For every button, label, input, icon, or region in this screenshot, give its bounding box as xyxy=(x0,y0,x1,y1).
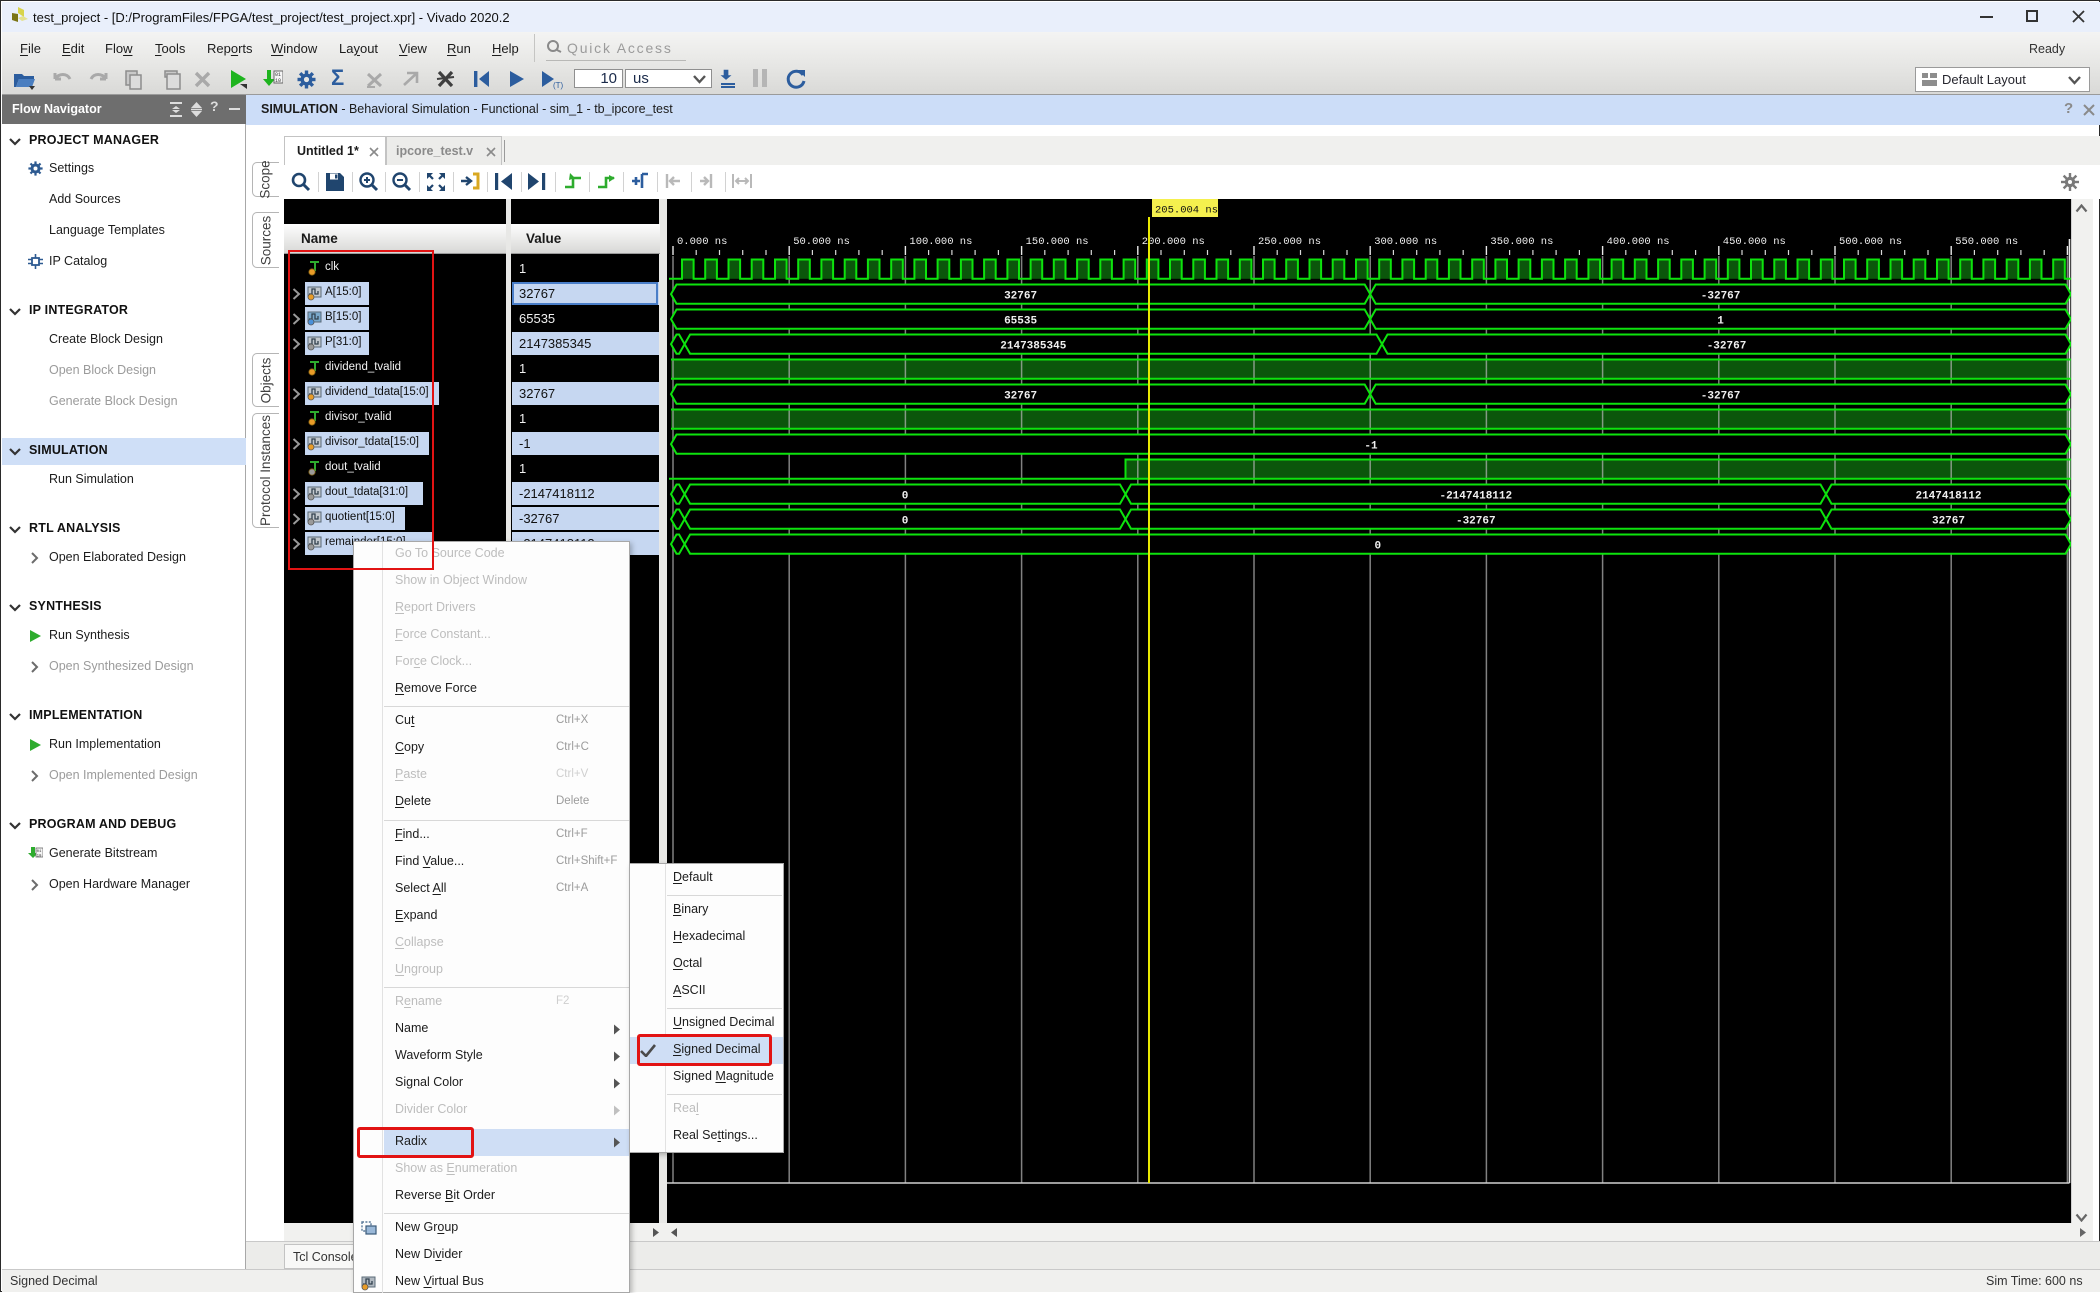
svg-text:350.000 ns: 350.000 ns xyxy=(1490,236,1553,248)
svg-text:1: 1 xyxy=(1717,316,1724,328)
svg-text:205.004 ns: 205.004 ns xyxy=(1155,205,1218,217)
svg-text:65535: 65535 xyxy=(1004,316,1037,328)
svg-text:-32767: -32767 xyxy=(1701,291,1741,303)
svg-text:0.000 ns: 0.000 ns xyxy=(677,236,727,248)
svg-text:0: 0 xyxy=(902,516,909,528)
svg-text:400.000 ns: 400.000 ns xyxy=(1607,236,1670,248)
svg-text:50.000 ns: 50.000 ns xyxy=(793,236,850,248)
svg-text:32767: 32767 xyxy=(1932,516,1965,528)
svg-text:500.000 ns: 500.000 ns xyxy=(1839,236,1902,248)
svg-text:450.000 ns: 450.000 ns xyxy=(1723,236,1786,248)
svg-text:-2147418112: -2147418112 xyxy=(1439,491,1512,503)
svg-text:(T): (T) xyxy=(553,81,564,90)
svg-text:0: 0 xyxy=(902,491,909,503)
svg-text:2147385345: 2147385345 xyxy=(1000,341,1066,353)
svg-text:550.000 ns: 550.000 ns xyxy=(1955,236,2018,248)
svg-text:10: 10 xyxy=(37,855,42,859)
svg-text:32767: 32767 xyxy=(1004,291,1037,303)
svg-text:0: 0 xyxy=(1374,541,1381,553)
svg-text:100.000 ns: 100.000 ns xyxy=(909,236,972,248)
svg-text:-1: -1 xyxy=(1364,441,1378,453)
svg-text:200.000 ns: 200.000 ns xyxy=(1142,236,1205,248)
svg-text:-32767: -32767 xyxy=(1456,516,1496,528)
svg-text:300.000 ns: 300.000 ns xyxy=(1374,236,1437,248)
svg-text:150.000 ns: 150.000 ns xyxy=(1026,236,1089,248)
svg-text:10: 10 xyxy=(275,78,281,84)
svg-text:250.000 ns: 250.000 ns xyxy=(1258,236,1321,248)
svg-text:01: 01 xyxy=(37,850,42,854)
svg-text:2147418112: 2147418112 xyxy=(1915,491,1981,503)
svg-text:-32767: -32767 xyxy=(1701,391,1741,403)
svg-text:32767: 32767 xyxy=(1004,391,1037,403)
svg-text:-32767: -32767 xyxy=(1707,341,1747,353)
